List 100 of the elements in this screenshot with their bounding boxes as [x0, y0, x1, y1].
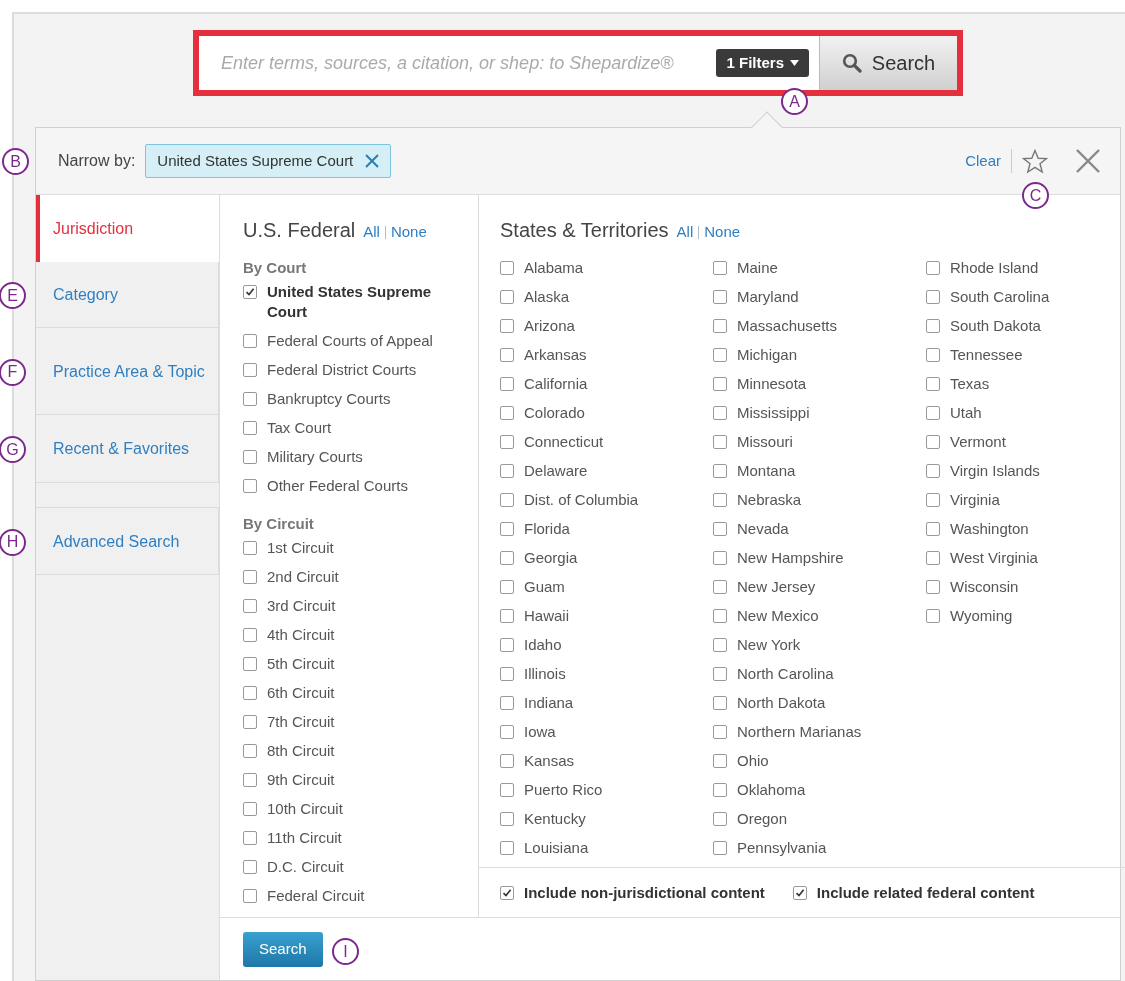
checkbox[interactable] [500, 290, 514, 304]
checkbox[interactable] [713, 841, 727, 855]
checkbox[interactable] [926, 609, 940, 623]
checkbox[interactable] [713, 725, 727, 739]
checkbox-label[interactable]: Virginia [950, 490, 1000, 510]
checkbox[interactable] [713, 348, 727, 362]
checkbox[interactable] [243, 889, 257, 903]
checkbox[interactable] [243, 334, 257, 348]
checkbox-label[interactable]: Mississippi [737, 403, 810, 423]
checkbox-label[interactable]: Federal District Courts [267, 360, 417, 380]
checkbox[interactable] [500, 522, 514, 536]
checkbox-label[interactable]: Indiana [524, 693, 574, 713]
checkbox[interactable] [926, 377, 940, 391]
checkbox-label[interactable]: Ohio [737, 751, 769, 771]
checkbox-label[interactable]: Montana [737, 461, 796, 481]
checkbox-label[interactable]: New Hampshire [737, 548, 844, 568]
checkbox-label[interactable]: 5th Circuit [267, 654, 335, 674]
checkbox-label[interactable]: Kentucky [524, 809, 586, 829]
checkbox-label[interactable]: Massachusetts [737, 316, 838, 336]
sidebar-tab[interactable]: Recent & Favorites [36, 415, 219, 483]
checkbox-label[interactable]: New Mexico [737, 606, 819, 626]
checkbox[interactable] [926, 290, 940, 304]
checkbox[interactable] [713, 812, 727, 826]
checkbox[interactable] [713, 638, 727, 652]
search-button[interactable]: Search [819, 36, 957, 90]
sidebar-tab[interactable]: Category [36, 262, 219, 328]
checkbox-label[interactable]: Michigan [737, 345, 798, 365]
checkbox[interactable] [243, 860, 257, 874]
checkbox[interactable] [243, 363, 257, 377]
checkbox-label[interactable]: 7th Circuit [267, 712, 335, 732]
checkbox-label[interactable]: Iowa [524, 722, 556, 742]
checkbox[interactable] [713, 522, 727, 536]
checkbox[interactable] [500, 493, 514, 507]
checkbox-label[interactable]: Federal Circuit [267, 886, 365, 906]
checkbox[interactable] [713, 609, 727, 623]
checkbox[interactable] [243, 715, 257, 729]
checkbox[interactable] [243, 570, 257, 584]
checkbox-label[interactable]: Washington [950, 519, 1029, 539]
checkbox[interactable] [243, 831, 257, 845]
checkbox-label[interactable]: Wyoming [950, 606, 1013, 626]
checkbox-label[interactable]: 3rd Circuit [267, 596, 336, 616]
checkbox-label[interactable]: 8th Circuit [267, 741, 335, 761]
checkbox[interactable] [243, 450, 257, 464]
close-icon[interactable] [1076, 149, 1100, 173]
checkbox-label[interactable]: 4th Circuit [267, 625, 335, 645]
checkbox-label[interactable]: Tennessee [950, 345, 1023, 365]
checkbox-label[interactable]: Virgin Islands [950, 461, 1040, 481]
checkbox-label[interactable]: Minnesota [737, 374, 807, 394]
checkbox[interactable] [243, 392, 257, 406]
clear-link[interactable]: Clear [965, 149, 1001, 173]
checkbox-label[interactable]: Kansas [524, 751, 575, 771]
checkbox[interactable] [500, 841, 514, 855]
checkbox-label[interactable]: Idaho [524, 635, 562, 655]
checkbox-label[interactable]: 9th Circuit [267, 770, 335, 790]
checkbox-label[interactable]: 10th Circuit [267, 799, 343, 819]
checkbox[interactable] [713, 754, 727, 768]
checkbox-label[interactable]: South Dakota [950, 316, 1041, 336]
checkbox-label[interactable]: Northern Marianas [737, 722, 862, 742]
checkbox[interactable] [500, 885, 514, 900]
checkbox-label[interactable]: Other Federal Courts [267, 476, 408, 496]
checkbox[interactable] [500, 609, 514, 623]
checkbox[interactable] [713, 580, 727, 594]
checkbox-label[interactable]: Connecticut [524, 432, 604, 452]
checkbox-label[interactable]: 2nd Circuit [267, 567, 339, 587]
checkbox[interactable] [500, 551, 514, 565]
checkbox-label[interactable]: Oklahoma [737, 780, 806, 800]
checkbox[interactable] [926, 348, 940, 362]
checkbox[interactable] [926, 551, 940, 565]
checkbox[interactable] [926, 464, 940, 478]
checkbox-label[interactable]: Bankruptcy Courts [267, 389, 391, 409]
all-link[interactable]: All [676, 221, 694, 244]
checkbox-label[interactable]: Dist. of Columbia [524, 490, 639, 510]
checkbox[interactable] [713, 319, 727, 333]
checkbox-label[interactable]: Florida [524, 519, 570, 539]
close-icon[interactable] [365, 154, 380, 168]
checkbox[interactable] [713, 696, 727, 710]
checkbox-label[interactable]: North Carolina [737, 664, 834, 684]
checkbox-label[interactable]: Georgia [524, 548, 578, 568]
checkbox[interactable] [243, 479, 257, 493]
checkbox[interactable] [926, 580, 940, 594]
checkbox[interactable] [500, 783, 514, 797]
checkbox-label[interactable]: Include non-jurisdictional content [524, 882, 765, 903]
star-icon[interactable] [1022, 148, 1048, 174]
checkbox[interactable] [243, 802, 257, 816]
filter-chip[interactable]: United States Supreme Court [145, 144, 392, 178]
checkbox[interactable] [926, 319, 940, 333]
checkbox[interactable] [500, 435, 514, 449]
checkbox-label[interactable]: Oregon [737, 809, 788, 829]
checkbox[interactable] [243, 421, 257, 435]
checkbox[interactable] [713, 435, 727, 449]
checkbox[interactable] [243, 686, 257, 700]
checkbox-label[interactable]: Maryland [737, 287, 799, 307]
filters-button[interactable]: 1 Filters [716, 49, 809, 77]
checkbox[interactable] [500, 580, 514, 594]
checkbox-label[interactable]: 1st Circuit [267, 538, 334, 558]
checkbox[interactable] [713, 493, 727, 507]
checkbox[interactable] [926, 435, 940, 449]
checkbox-label[interactable]: North Dakota [737, 693, 826, 713]
checkbox[interactable] [713, 377, 727, 391]
checkbox-label[interactable]: Colorado [524, 403, 585, 423]
